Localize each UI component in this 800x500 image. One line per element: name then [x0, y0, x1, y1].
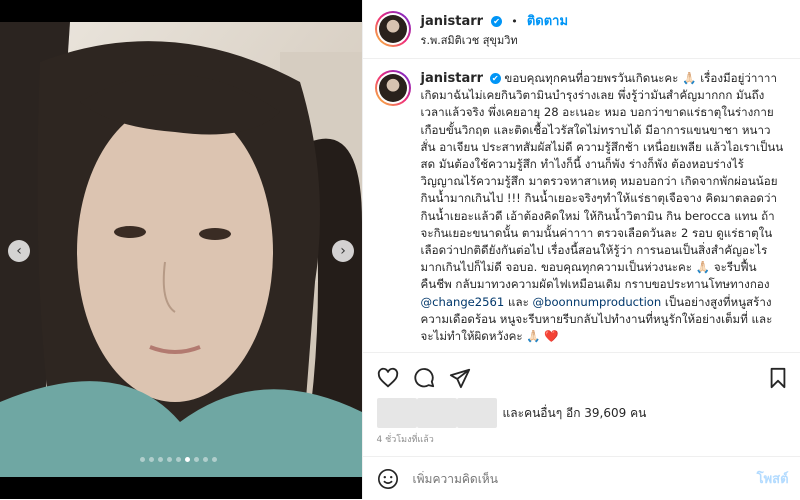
header-username[interactable]: janistarr: [421, 14, 484, 29]
carousel-dot: [212, 457, 217, 462]
previous-photo-button[interactable]: ‹: [8, 240, 30, 262]
caption-username[interactable]: janistarr: [421, 71, 484, 86]
caption: janistarr ✔ ขอบคุณทุกคนที่อวยพรวันเกิดนะ…: [374, 70, 785, 345]
caption-text: janistarr ✔ ขอบคุณทุกคนที่อวยพรวันเกิดนะ…: [411, 70, 785, 345]
carousel-dot: [140, 457, 145, 462]
comment-input[interactable]: [410, 470, 745, 487]
post-media: ‹ ›: [0, 0, 362, 499]
instagram-post: ‹ › janistarr ✔ • ติดตาม ร.พ.สมิติเวช สุ…: [0, 0, 800, 499]
liker-avatar-blurred: [456, 398, 497, 428]
location-link[interactable]: ร.พ.สมิติเวช สุขุมวิท: [421, 31, 568, 49]
liker-avatar-blurred: [376, 398, 417, 428]
post-timestamp[interactable]: 4 ชั่วโมงที่แล้ว: [377, 432, 434, 446]
carousel-dot: [203, 457, 208, 462]
caption-body: ขอบคุณทุกคนที่อวยพรวันเกิดนะคะ 🙏🏻 เรื่อง…: [420, 71, 784, 292]
mention-link[interactable]: @change2561: [421, 295, 505, 309]
carousel-dot: [167, 457, 172, 462]
carousel-indicator: [140, 457, 217, 462]
carousel-dot-active: [185, 457, 190, 462]
comment-icon[interactable]: [413, 367, 435, 389]
verified-icon: ✔: [491, 15, 503, 27]
post-side-panel: janistarr ✔ • ติดตาม ร.พ.สมิติเวช สุขุมว…: [361, 0, 800, 500]
follow-button[interactable]: ติดตาม: [527, 14, 568, 29]
heart-icon[interactable]: [377, 367, 399, 389]
mention-link[interactable]: @boonnumproduction: [533, 295, 662, 309]
likes-summary[interactable]: และคนอื่นๆ อีก 39,609 คน: [376, 398, 647, 428]
caption-conjunction: และ: [504, 294, 533, 309]
emoji-icon[interactable]: [377, 468, 399, 490]
carousel-dot: [194, 457, 199, 462]
action-bar: [362, 352, 800, 401]
post-photo: [0, 22, 362, 477]
send-icon[interactable]: [449, 367, 471, 389]
verified-icon: ✔: [489, 73, 501, 84]
liker-avatar-blurred: [416, 398, 457, 428]
next-photo-button[interactable]: ›: [332, 240, 354, 262]
selfie-illustration: [0, 22, 362, 477]
post-comment-button[interactable]: โพสต์: [757, 468, 789, 489]
chevron-right-icon: ›: [340, 243, 346, 259]
carousel-dot: [176, 457, 181, 462]
comment-bar: โพสต์: [362, 456, 800, 500]
separator-dot: •: [511, 14, 518, 28]
bookmark-icon[interactable]: [767, 367, 789, 389]
post-header: janistarr ✔ • ติดตาม ร.พ.สมิติเวช สุขุมว…: [362, 0, 800, 59]
carousel-dot: [158, 457, 163, 462]
likes-count-text: และคนอื่นๆ อีก 39,609 คน: [502, 405, 647, 420]
caption-avatar[interactable]: [374, 70, 411, 106]
carousel-dot: [149, 457, 154, 462]
avatar[interactable]: [374, 11, 411, 47]
chevron-left-icon: ‹: [16, 243, 22, 259]
